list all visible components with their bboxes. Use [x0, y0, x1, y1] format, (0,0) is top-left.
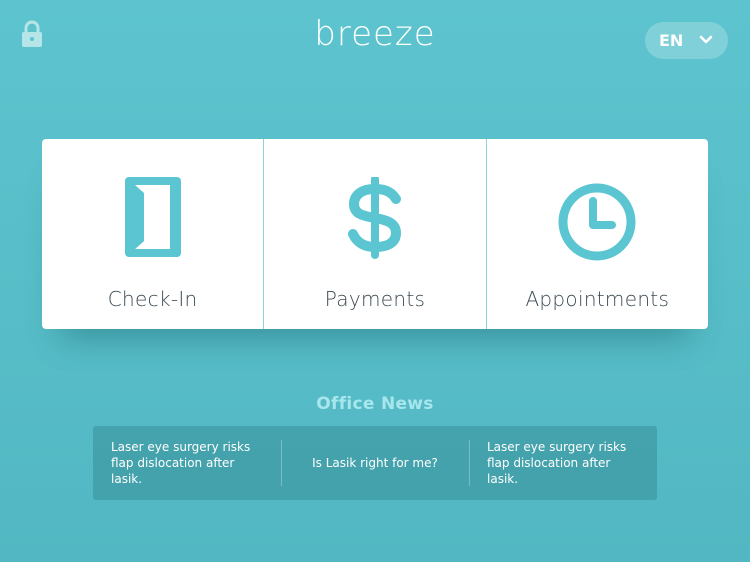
news-item[interactable]: Laser eye surgery risks flap dislocation… [469, 426, 657, 500]
door-icon [124, 177, 181, 257]
language-selector[interactable]: EN [645, 22, 728, 59]
language-value: EN [659, 31, 684, 50]
payments-button[interactable]: Payments [263, 139, 485, 329]
check-in-button[interactable]: Check-In [42, 139, 263, 329]
news-item[interactable]: Is Lasik right for me? [281, 426, 469, 500]
payments-label: Payments [324, 287, 426, 311]
appointments-button[interactable]: Appointments [485, 139, 708, 329]
brand-logo: breeze [314, 14, 436, 54]
chevron-down-icon [699, 35, 713, 44]
main-menu: Check-In Payments Appointments [42, 139, 708, 329]
dollar-icon [347, 177, 401, 259]
check-in-label: Check-In [107, 287, 198, 311]
office-news-title: Office News [316, 394, 434, 414]
news-list: Laser eye surgery risks flap dislocation… [93, 426, 657, 500]
clock-icon [558, 183, 636, 261]
appointments-label: Appointments [525, 287, 670, 311]
news-item[interactable]: Laser eye surgery risks flap dislocation… [93, 426, 281, 500]
